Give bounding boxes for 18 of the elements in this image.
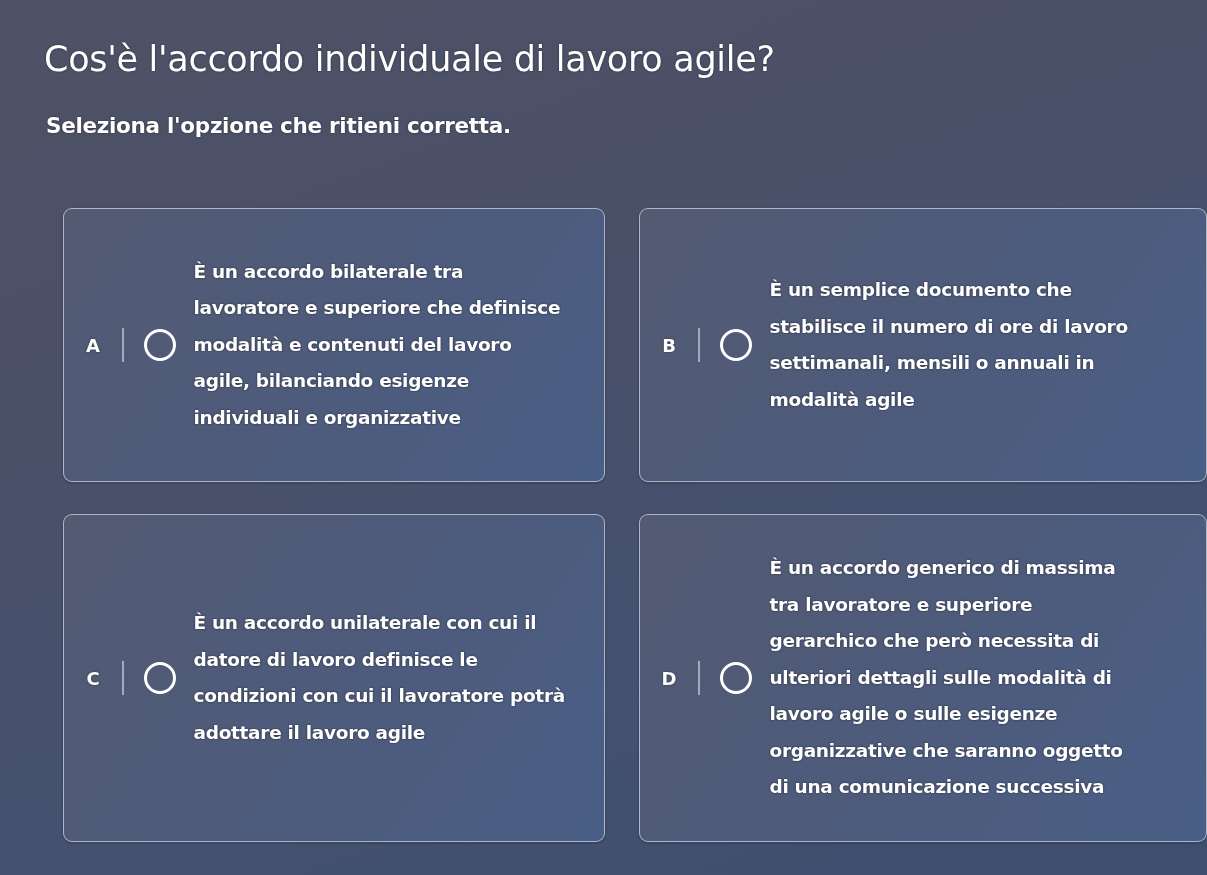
- option-card[interactable]: [639, 514, 1207, 842]
- option-text: È un semplice documento che stabilisce il numero di ore di lavoro settimanali, mensili o annuali in modalità agile: [769, 278, 1129, 412]
- instruction-text: Seleziona l'opzione che ritieni corretta.: [46, 112, 511, 140]
- option-text: È un accordo unilaterale con cui il datore di lavoro definisce le condizioni con cui il lavoratore potrà adottare il lavoro agile: [193, 611, 566, 745]
- option-card[interactable]: C È un accordo unilaterale con cui il datore di lavoro definisce le condizioni con cui il lavoratore potrà adottare il lavoro agile: [63, 514, 605, 842]
- option-card[interactable]: A È un accordo bilaterale tra lavoratore e superiore che definisce modalità e contenuti del lavoro agile, bilanciando esigenze individuali e organizzative: [63, 208, 605, 482]
- question-title: Cos'è l'accordo individuale di lavoro agile?: [44, 38, 775, 81]
- option-text: È un accordo bilaterale tra lavoratore e superiore che definisce modalità e contenuti del lavoro agile, bilanciando esigenze individuali e organizzative: [193, 259, 562, 430]
- option-text: È un accordo generico di massima tra lavoratore e superiore gerarchico che però necessita di ulteriori dettagli sulle modalità di lavoro agile o sulle esigenze organizzative che saranno oggetto di una comunicazione successiva: [769, 556, 1124, 800]
- option-letter: A: [85, 334, 101, 356]
- radio-button[interactable]: [719, 662, 752, 694]
- option-card[interactable]: B È un semplice documento che stabilisce il numero di ore di lavoro settimanali, mensili o annuali in modalità agile: [639, 208, 1207, 482]
- radio-button[interactable]: [719, 329, 752, 361]
- option-letter: B: [661, 334, 677, 356]
- radio-button[interactable]: [143, 329, 176, 361]
- option-letter: D: [660, 667, 678, 689]
- option-letter: C: [85, 667, 101, 689]
- radio-button[interactable]: [143, 662, 176, 694]
